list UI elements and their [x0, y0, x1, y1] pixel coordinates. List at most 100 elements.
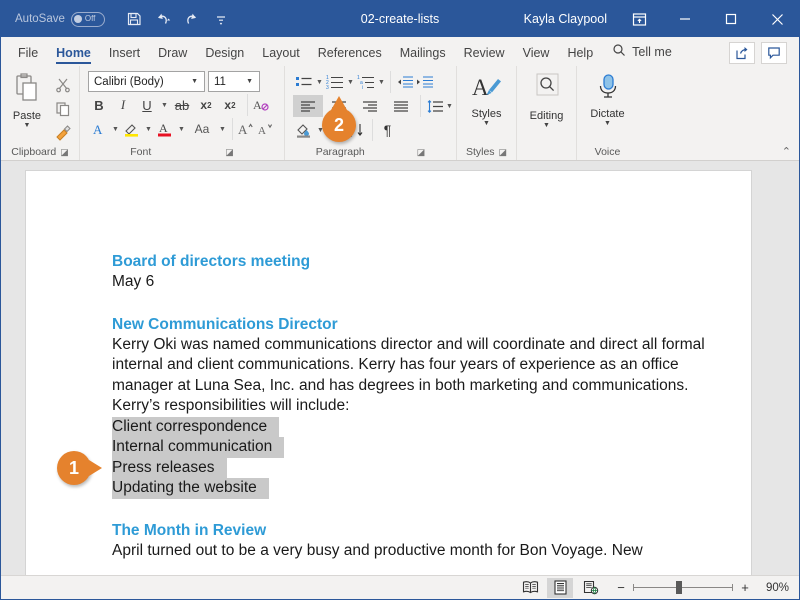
comments-button[interactable]	[761, 42, 787, 64]
tab-references[interactable]: References	[309, 42, 391, 66]
tab-insert[interactable]: Insert	[100, 42, 149, 66]
zoom-slider-thumb[interactable]	[676, 581, 682, 594]
superscript-button[interactable]: x2	[219, 94, 241, 116]
increase-indent-button[interactable]	[414, 71, 436, 93]
italic-button[interactable]: I	[112, 94, 134, 116]
numbering-chevron-down-icon[interactable]: ▼	[346, 71, 355, 93]
strikethrough-button[interactable]: ab	[171, 94, 193, 116]
dictate-button[interactable]: Dictate ▼	[582, 71, 633, 127]
doc-list-item-3-text: Press releases	[112, 457, 227, 478]
zoom-level-label[interactable]: 90%	[757, 582, 789, 594]
tab-review[interactable]: Review	[455, 42, 514, 66]
zoom-out-button[interactable]: −	[615, 580, 627, 595]
show-formatting-marks-button[interactable]: ¶	[372, 119, 394, 141]
customize-qat-icon[interactable]	[208, 6, 234, 32]
cut-button[interactable]	[52, 74, 74, 96]
font-size-value: 11	[214, 75, 226, 88]
tell-me-box[interactable]: Tell me	[602, 39, 680, 66]
maximize-icon[interactable]	[709, 1, 753, 37]
justify-button[interactable]	[386, 95, 416, 117]
tab-mailings[interactable]: Mailings	[391, 42, 455, 66]
line-spacing-button[interactable]	[420, 95, 444, 117]
clipboard-group-label: Clipboard	[11, 146, 57, 158]
styles-dialog-launcher-icon[interactable]: ◪	[499, 147, 508, 158]
document-text[interactable]: Board of directors meeting May 6 New Com…	[112, 251, 711, 561]
underline-button[interactable]: U	[136, 94, 158, 116]
paste-dropdown-icon[interactable]: ▼	[24, 122, 31, 129]
collapse-ribbon-icon[interactable]: ⌃	[782, 145, 791, 158]
save-icon[interactable]	[121, 6, 147, 32]
copy-button[interactable]	[52, 98, 74, 120]
change-case-chevron-down-icon[interactable]: ▼	[218, 118, 227, 140]
account-name[interactable]: Kayla Claypool	[524, 12, 615, 26]
dictate-dropdown-icon[interactable]: ▼	[604, 120, 611, 127]
doc-list-item-1[interactable]: Client correspondence	[112, 416, 711, 437]
tab-help[interactable]: Help	[558, 42, 602, 66]
close-icon[interactable]	[755, 1, 799, 37]
undo-icon[interactable]	[150, 6, 176, 32]
font-size-combo[interactable]: 11 ▼	[208, 71, 260, 92]
bullets-chevron-down-icon[interactable]: ▼	[315, 71, 324, 93]
tab-file[interactable]: File	[9, 42, 47, 66]
print-layout-button[interactable]	[547, 577, 573, 598]
styles-dropdown-icon[interactable]: ▼	[483, 120, 490, 127]
document-page[interactable]: Board of directors meeting May 6 New Com…	[26, 171, 751, 575]
tab-home[interactable]: Home	[47, 42, 100, 66]
numbering-button[interactable]: 123	[324, 71, 346, 93]
text-effects-button[interactable]: A	[88, 118, 110, 140]
font-color-chevron-down-icon[interactable]: ▼	[177, 118, 186, 140]
align-right-button[interactable]	[355, 95, 385, 117]
change-case-button[interactable]: Aa	[187, 118, 217, 140]
tab-draw[interactable]: Draw	[149, 42, 196, 66]
styles-button[interactable]: A Styles ▼	[462, 71, 511, 127]
tab-view[interactable]: View	[514, 42, 559, 66]
doc-list-item-2[interactable]: Internal communication	[112, 437, 711, 458]
ribbon-display-options-icon[interactable]	[617, 1, 661, 37]
autosave-toggle[interactable]: Off	[70, 11, 105, 27]
font-name-chevron-down-icon[interactable]: ▼	[187, 78, 202, 85]
zoom-in-button[interactable]: +	[739, 580, 751, 595]
highlight-chevron-down-icon[interactable]: ▼	[144, 118, 153, 140]
tab-design[interactable]: Design	[196, 42, 253, 66]
font-dialog-launcher-icon[interactable]: ◪	[225, 147, 234, 158]
bold-button[interactable]: B	[88, 94, 110, 116]
multilevel-chevron-down-icon[interactable]: ▼	[377, 71, 386, 93]
read-mode-button[interactable]	[517, 578, 543, 598]
share-button[interactable]	[729, 42, 755, 64]
autosave-control[interactable]: AutoSave Off	[15, 11, 105, 27]
clear-formatting-button[interactable]: A	[247, 94, 270, 116]
line-spacing-chevron-down-icon[interactable]: ▼	[445, 95, 454, 117]
font-name-combo[interactable]: Calibri (Body) ▼	[88, 71, 205, 92]
editing-dropdown-icon[interactable]: ▼	[543, 122, 550, 129]
align-left-button[interactable]	[293, 95, 323, 117]
doc-heading-1: Board of directors meeting	[112, 253, 311, 270]
redo-icon[interactable]	[179, 6, 205, 32]
decrease-indent-button[interactable]	[390, 71, 414, 93]
web-layout-button[interactable]	[577, 578, 603, 598]
clipboard-dialog-launcher-icon[interactable]: ◪	[60, 147, 69, 158]
grow-font-button[interactable]: A	[232, 118, 254, 140]
doc-list-item-1-text: Client correspondence	[112, 416, 280, 437]
doc-list-item-4[interactable]: Updating the website	[112, 478, 711, 499]
text-effects-chevron-down-icon[interactable]: ▼	[111, 118, 120, 140]
doc-paragraph-3: April turned out to be a very busy and p…	[112, 541, 643, 559]
format-painter-button[interactable]	[52, 122, 74, 144]
zoom-control[interactable]: − + 90%	[615, 580, 789, 595]
editing-button[interactable]: Editing ▼	[522, 71, 571, 129]
minimize-icon[interactable]	[663, 1, 707, 37]
underline-chevron-down-icon[interactable]: ▼	[160, 94, 169, 116]
font-color-button[interactable]: A	[154, 118, 176, 140]
font-size-chevron-down-icon[interactable]: ▼	[242, 78, 257, 85]
document-area[interactable]: Board of directors meeting May 6 New Com…	[1, 161, 799, 575]
text-highlight-color-button[interactable]	[121, 118, 143, 140]
shrink-font-button[interactable]: A	[255, 118, 277, 140]
paragraph-dialog-launcher-icon[interactable]: ◪	[417, 147, 426, 158]
tab-layout[interactable]: Layout	[253, 42, 309, 66]
zoom-slider[interactable]	[633, 581, 733, 594]
multilevel-list-button[interactable]: 1ai	[355, 71, 377, 93]
doc-list-item-3[interactable]: Press releases	[112, 457, 711, 478]
bullets-button[interactable]	[293, 71, 315, 93]
shading-button[interactable]	[293, 119, 315, 141]
paste-button[interactable]: Paste ▼	[7, 71, 47, 129]
subscript-button[interactable]: x2	[195, 94, 217, 116]
